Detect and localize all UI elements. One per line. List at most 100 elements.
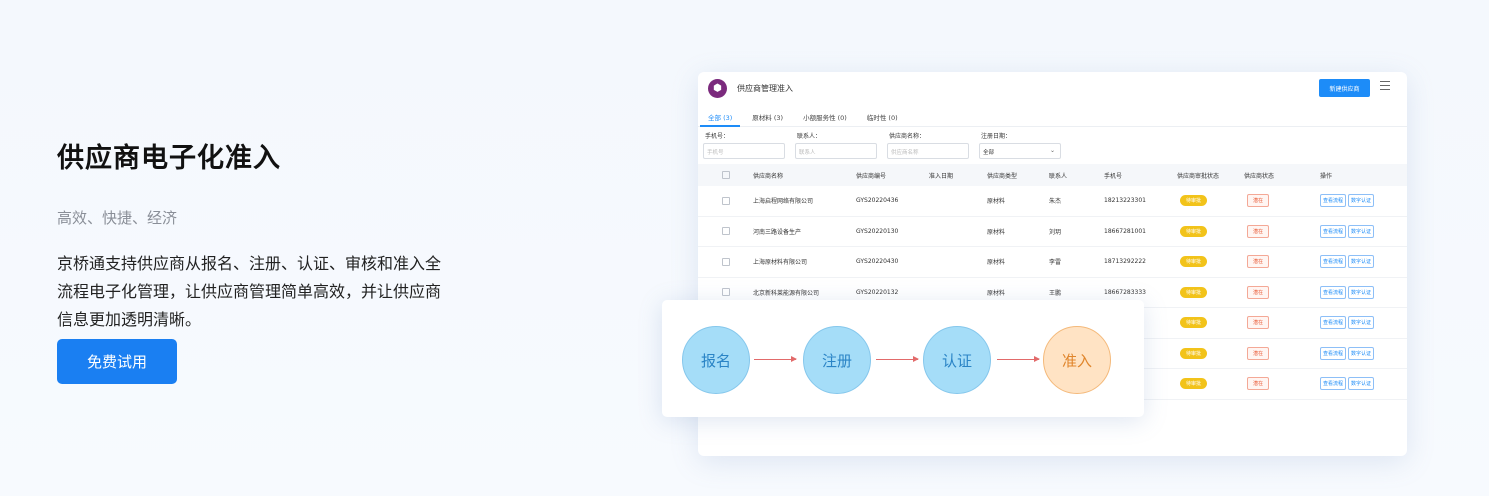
col-header: 操作 [1320, 172, 1333, 180]
process-flow-card: 报名 注册 认证 准入 [662, 300, 1144, 417]
register-date-filter-label: 注册日期： [981, 133, 1012, 140]
row-checkbox[interactable] [722, 227, 730, 236]
digital-cert-button[interactable]: 数字认证 [1348, 224, 1375, 238]
supplier-status-badge: 潜在 [1247, 194, 1270, 208]
supplier-name: 北京新科莱能源有限公司 [753, 289, 820, 297]
new-supplier-button[interactable]: 新建供应商 [1319, 79, 1370, 97]
col-header: 供应商审批状态 [1177, 172, 1220, 180]
approval-status-badge: 待审批 [1180, 347, 1208, 359]
supplier-code: GYS20220436 [856, 197, 899, 205]
panel-title: 供应商管理准入 [737, 83, 793, 93]
step-signup: 报名 [682, 326, 750, 394]
phone-input[interactable]: 手机号 [703, 143, 785, 159]
supplier-type: 原材料 [987, 289, 1006, 297]
digital-cert-button[interactable]: 数字认证 [1348, 285, 1375, 299]
tab-raw-materials[interactable]: 原材料 (3) [752, 104, 783, 126]
register-date-filter: 注册日期： 全部 ⌄ [979, 131, 1071, 159]
contact-filter: 联系人： 联系人 [795, 131, 887, 159]
contact-name: 刘玥 [1049, 228, 1062, 236]
approval-status-badge: 待审批 [1180, 225, 1208, 237]
step-register: 注册 [803, 326, 871, 394]
supplier-status-badge: 潜在 [1247, 224, 1270, 238]
phone-number: 18713292222 [1104, 258, 1146, 266]
col-header: 联系人 [1049, 172, 1068, 180]
hero-section: 供应商电子化准入 高效、快捷、经济 京桥通支持供应商从报名、注册、认证、审核和准… [57, 136, 457, 334]
contact-name: 王鹏 [1049, 289, 1062, 297]
supplier-code: GYS20220132 [856, 288, 899, 296]
chevron-down-icon: ⌄ [1049, 147, 1055, 154]
view-process-button[interactable]: 查看流程 [1320, 224, 1347, 238]
supplier-type: 原材料 [987, 259, 1006, 267]
col-header: 供应商名称 [753, 172, 784, 180]
step-admit: 准入 [1043, 326, 1111, 394]
row-checkbox[interactable] [722, 196, 730, 205]
phone-filter: 手机号： 手机号 [703, 131, 795, 159]
hero-title: 供应商电子化准入 [57, 143, 281, 174]
register-date-value: 全部 [983, 150, 995, 156]
digital-cert-button[interactable]: 数字认证 [1348, 194, 1375, 208]
arrow-right-icon [997, 356, 1040, 362]
supplier-name-filter-label: 供应商名称： [889, 133, 926, 140]
arrow-right-icon [754, 356, 797, 362]
hero-subtitle: 高效、快捷、经济 [57, 209, 178, 227]
contact-name: 朱杰 [1049, 198, 1062, 206]
phone-number: 18667281001 [1104, 227, 1146, 235]
supplier-name: 上海原材料有限公司 [753, 259, 808, 267]
table-header: 供应商名称 供应商编号 准入日期 供应商类型 联系人 手机号 供应商审批状态 供… [698, 164, 1407, 186]
digital-cert-button[interactable]: 数字认证 [1348, 316, 1375, 330]
arrow-right-icon [876, 356, 919, 362]
supplier-type: 原材料 [987, 228, 1006, 236]
view-process-button[interactable]: 查看流程 [1320, 285, 1347, 299]
view-process-button[interactable]: 查看流程 [1320, 346, 1347, 360]
register-date-select[interactable]: 全部 ⌄ [979, 143, 1061, 159]
view-process-button[interactable]: 查看流程 [1320, 255, 1347, 269]
contact-input[interactable]: 联系人 [795, 143, 877, 159]
supplier-name-input[interactable]: 供应商名称 [887, 143, 969, 159]
view-process-button[interactable]: 查看流程 [1320, 194, 1347, 208]
tab-small-services[interactable]: 小额服务性 (0) [803, 104, 847, 126]
cube-logo-icon: ⬢ [708, 78, 727, 98]
supplier-type: 原材料 [987, 198, 1006, 206]
approval-status-badge: 待审批 [1180, 286, 1208, 298]
free-trial-button[interactable]: 免费试用 [57, 339, 177, 384]
supplier-status-badge: 潜在 [1247, 255, 1270, 269]
view-process-button[interactable]: 查看流程 [1320, 377, 1347, 391]
digital-cert-button[interactable]: 数字认证 [1348, 255, 1375, 269]
table-row: 上海启程网络有限公司 GYS20220436 原材料 朱杰 18213223301 待审批… [698, 186, 1407, 217]
col-header: 供应商类型 [987, 172, 1018, 180]
view-process-button[interactable]: 查看流程 [1320, 316, 1347, 330]
filter-bar: 手机号： 手机号 联系人： 联系人 供应商名称： 供应商名称 注册日期： 全部 … [698, 127, 1407, 159]
row-checkbox[interactable] [722, 257, 730, 266]
supplier-name: 上海启程网络有限公司 [753, 198, 814, 206]
tab-temporary[interactable]: 临时性 (0) [867, 104, 898, 126]
approval-status-badge: 待审批 [1180, 378, 1208, 390]
hero-description: 京桥通支持供应商从报名、注册、认证、审核和准入全流程电子化管理，让供应商管理简单… [57, 254, 442, 329]
digital-cert-button[interactable]: 数字认证 [1348, 346, 1375, 360]
supplier-status-badge: 潜在 [1247, 285, 1270, 299]
col-header: 准入日期 [929, 172, 954, 180]
phone-number: 18667283333 [1104, 288, 1146, 296]
phone-filter-label: 手机号： [705, 133, 730, 140]
step-certify: 认证 [923, 326, 991, 394]
row-checkbox[interactable] [722, 288, 730, 297]
supplier-status-badge: 潜在 [1247, 316, 1270, 330]
tab-all[interactable]: 全部 (3) [699, 104, 741, 127]
digital-cert-button[interactable]: 数字认证 [1348, 377, 1375, 391]
select-all-checkbox[interactable] [722, 171, 730, 179]
supplier-code: GYS20220130 [856, 227, 899, 235]
approval-status-badge: 待审批 [1180, 195, 1208, 207]
contact-name: 李雷 [1049, 259, 1062, 267]
table-row: 河南三路设备生产 GYS20220130 原材料 刘玥 18667281001 待审批 潜在… [698, 217, 1407, 247]
approval-status-badge: 待审批 [1180, 256, 1208, 268]
panel-header: ⬢ 供应商管理准入 新建供应商 [698, 72, 1407, 104]
supplier-status-badge: 潜在 [1247, 377, 1270, 391]
supplier-status-badge: 潜在 [1247, 346, 1270, 360]
tab-bar: 全部 (3) 原材料 (3) 小额服务性 (0) 临时性 (0) [698, 104, 1407, 127]
col-header: 供应商编号 [856, 172, 887, 180]
menu-icon[interactable] [1380, 81, 1390, 90]
supplier-code: GYS20220430 [856, 258, 899, 266]
phone-number: 18213223301 [1104, 197, 1146, 205]
supplier-name-filter: 供应商名称： 供应商名称 [887, 131, 979, 159]
approval-status-badge: 待审批 [1180, 317, 1208, 329]
col-header: 供应商状态 [1244, 172, 1275, 180]
